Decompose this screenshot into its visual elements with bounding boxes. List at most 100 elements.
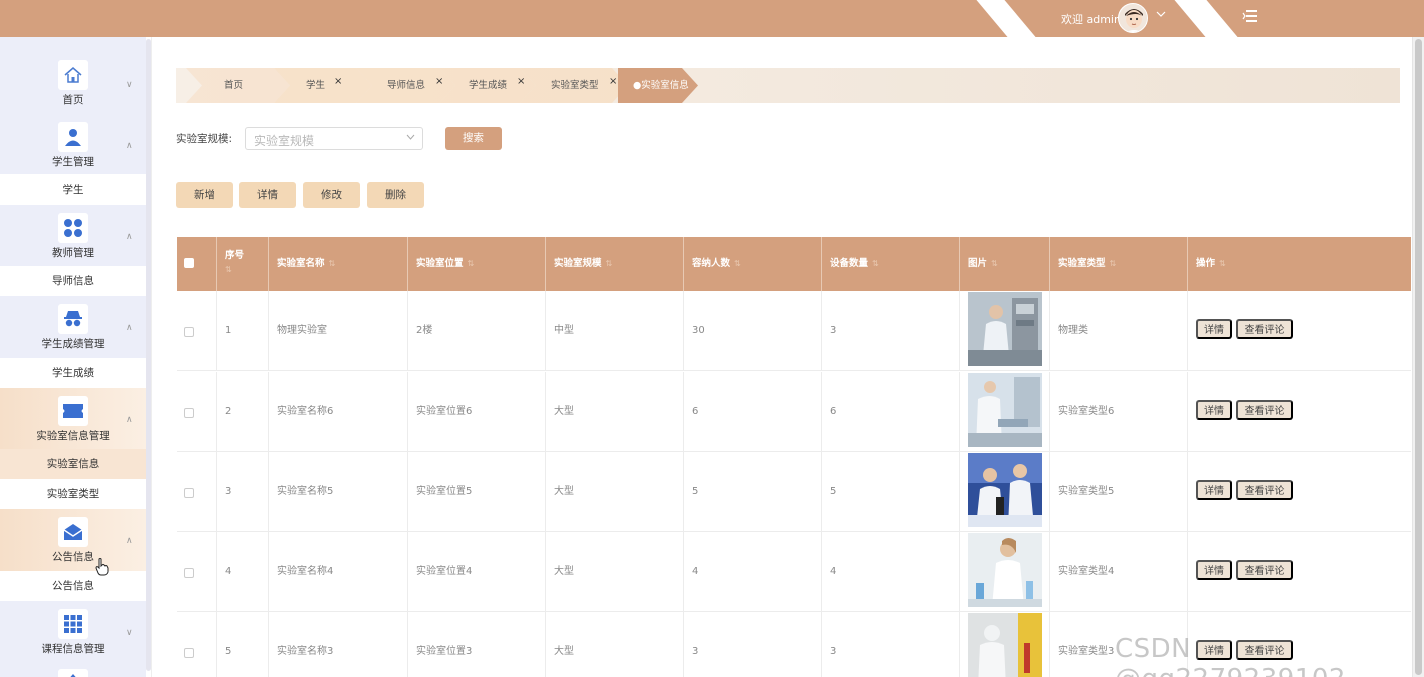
cell-actions: 详情 查看评论	[1188, 372, 1411, 452]
sidebar-item-lab-info[interactable]: 实验室信息	[0, 449, 146, 479]
sidebar-item-tutor-info[interactable]: 导师信息	[0, 266, 146, 296]
cell-equipment: 5	[822, 452, 960, 532]
sidebar-menu-courses[interactable]: 课程信息管理 ∨	[0, 601, 146, 663]
cell-image	[960, 452, 1050, 532]
table-row[interactable]: 4 实验室名称4 实验室位置4 大型 4 4 实验室类型4 详情 查看评论	[177, 532, 1411, 612]
header-capacity[interactable]: 容纳人数 ⇅	[684, 237, 822, 291]
header-label: 操作	[1196, 258, 1216, 269]
cell-type: 实验室类型6	[1050, 372, 1188, 452]
close-icon[interactable]: ×	[609, 64, 617, 99]
header-location[interactable]: 实验室位置 ⇅	[408, 237, 546, 291]
detail-button[interactable]: 详情	[239, 182, 296, 208]
cell-actions: 详情 查看评论	[1188, 452, 1411, 532]
user-avatar[interactable]	[1118, 3, 1148, 33]
select-all-checkbox[interactable]	[184, 258, 194, 268]
sidebar-item-lab-type[interactable]: 实验室类型	[0, 479, 146, 509]
row-checkbox[interactable]	[184, 327, 194, 337]
home-icon	[58, 669, 88, 677]
lab-photo[interactable]	[968, 613, 1042, 677]
filter-label: 实验室规模:	[176, 133, 233, 145]
breadcrumb-lab-type[interactable]: 实验室类型 ×	[545, 68, 617, 103]
sort-icon[interactable]: ⇅	[991, 259, 998, 268]
sort-icon[interactable]: ⇅	[225, 265, 232, 274]
sidebar-menu-label: 课程信息管理	[41, 643, 105, 655]
breadcrumb-label: 学生成绩	[469, 80, 508, 91]
close-icon[interactable]: ×	[435, 64, 443, 99]
table-row[interactable]: 2 实验室名称6 实验室位置6 大型 6 6 实验室类型6 详情 查看评论	[177, 372, 1411, 452]
breadcrumb-home[interactable]: 首页	[218, 68, 243, 103]
header-scale[interactable]: 实验室规模 ⇅	[546, 237, 684, 291]
chevron-up-icon: ∧	[126, 536, 133, 546]
sidebar-menu-grades[interactable]: 学生成绩管理 ∧	[0, 296, 146, 358]
header-equipment[interactable]: 设备数量 ⇅	[822, 237, 960, 291]
sidebar-item-notices[interactable]: 公告信息	[0, 571, 146, 601]
sort-icon[interactable]: ⇅	[468, 259, 475, 268]
sidebar-menu-students[interactable]: 学生管理 ∧	[0, 112, 146, 174]
cell-capacity: 6	[684, 372, 822, 452]
sidebar-menu-lab-info[interactable]: 实验室信息管理 ∧	[0, 388, 146, 450]
sidebar-menu-more[interactable]	[0, 663, 146, 677]
top-bar: 欢迎 admin	[0, 0, 1424, 37]
page-scrollbar[interactable]	[1412, 37, 1424, 677]
view-comments-button[interactable]: 查看评论	[1236, 319, 1293, 339]
home-icon	[58, 60, 88, 90]
row-checkbox[interactable]	[184, 648, 194, 658]
sidebar-menu-label: 教师管理	[52, 247, 94, 259]
sidebar-item-student[interactable]: 学生	[0, 175, 146, 205]
breadcrumb-grades[interactable]: 学生成绩 ×	[463, 68, 525, 103]
header-select-all	[177, 237, 217, 291]
sidebar-menu-home[interactable]: 首页 ∨	[0, 37, 146, 112]
sort-icon[interactable]: ⇅	[329, 259, 336, 268]
header-name[interactable]: 实验室名称 ⇅	[269, 237, 408, 291]
cell-equipment: 6	[822, 372, 960, 452]
sidebar-menu-teachers[interactable]: 教师管理 ∧	[0, 205, 146, 267]
row-detail-button[interactable]: 详情	[1196, 400, 1232, 420]
apps-icon	[58, 609, 88, 639]
table-row[interactable]: 1 物理实验室 2楼 中型 30 3 物理类 详情 查看评论	[177, 291, 1411, 371]
lab-photo[interactable]	[968, 292, 1042, 366]
chevron-down-icon: ∨	[126, 80, 133, 90]
row-checkbox[interactable]	[184, 408, 194, 418]
chevron-down-icon[interactable]	[1156, 10, 1166, 21]
breadcrumb-lab-info-active[interactable]: ●实验室信息	[627, 68, 689, 103]
header-type[interactable]: 实验室类型 ⇅	[1050, 237, 1188, 291]
view-comments-button[interactable]: 查看评论	[1236, 400, 1293, 420]
cell-image	[960, 372, 1050, 452]
sort-icon[interactable]: ⇅	[734, 259, 741, 268]
sidebar-scrollbar[interactable]	[146, 39, 151, 671]
row-checkbox[interactable]	[184, 568, 194, 578]
view-comments-button[interactable]: 查看评论	[1236, 480, 1293, 500]
lab-photo[interactable]	[968, 453, 1042, 527]
delete-button[interactable]: 删除	[367, 182, 424, 208]
header-image[interactable]: 图片 ⇅	[960, 237, 1050, 291]
cell-image	[960, 612, 1050, 677]
sort-icon[interactable]: ⇅	[872, 259, 879, 268]
row-select-cell	[177, 452, 217, 532]
header-no[interactable]: 序号 ⇅	[217, 237, 269, 291]
sidebar-menu-notices[interactable]: 公告信息 ∧	[0, 509, 146, 571]
close-icon[interactable]: ×	[517, 64, 525, 99]
search-button[interactable]: 搜索	[445, 127, 502, 150]
row-detail-button[interactable]: 详情	[1196, 319, 1232, 339]
row-detail-button[interactable]: 详情	[1196, 480, 1232, 500]
lab-photo[interactable]	[968, 533, 1042, 607]
scrollbar-thumb[interactable]	[1415, 39, 1422, 675]
lab-scale-select[interactable]: 实验室规模	[245, 127, 423, 150]
table-row[interactable]: 3 实验室名称5 实验室位置5 大型 5 5 实验室类型5 详情 查看评论	[177, 452, 1411, 532]
edit-button[interactable]: 修改	[303, 182, 360, 208]
cell-capacity: 3	[684, 612, 822, 677]
header-actions[interactable]: 操作 ⇅	[1188, 237, 1411, 291]
row-detail-button[interactable]: 详情	[1196, 560, 1232, 580]
menu-toggle-icon[interactable]	[1242, 8, 1258, 22]
breadcrumb-tutor-info[interactable]: 导师信息 ×	[381, 68, 443, 103]
lab-photo[interactable]	[968, 373, 1042, 447]
sort-icon[interactable]: ⇅	[1110, 259, 1117, 268]
sidebar-item-grades[interactable]: 学生成绩	[0, 358, 146, 388]
row-checkbox[interactable]	[184, 488, 194, 498]
breadcrumb-student[interactable]: 学生 ×	[300, 68, 342, 103]
sort-icon[interactable]: ⇅	[606, 259, 613, 268]
sort-icon[interactable]: ⇅	[1219, 259, 1226, 268]
close-icon[interactable]: ×	[334, 64, 342, 99]
add-button[interactable]: 新增	[176, 182, 233, 208]
view-comments-button[interactable]: 查看评论	[1236, 560, 1293, 580]
